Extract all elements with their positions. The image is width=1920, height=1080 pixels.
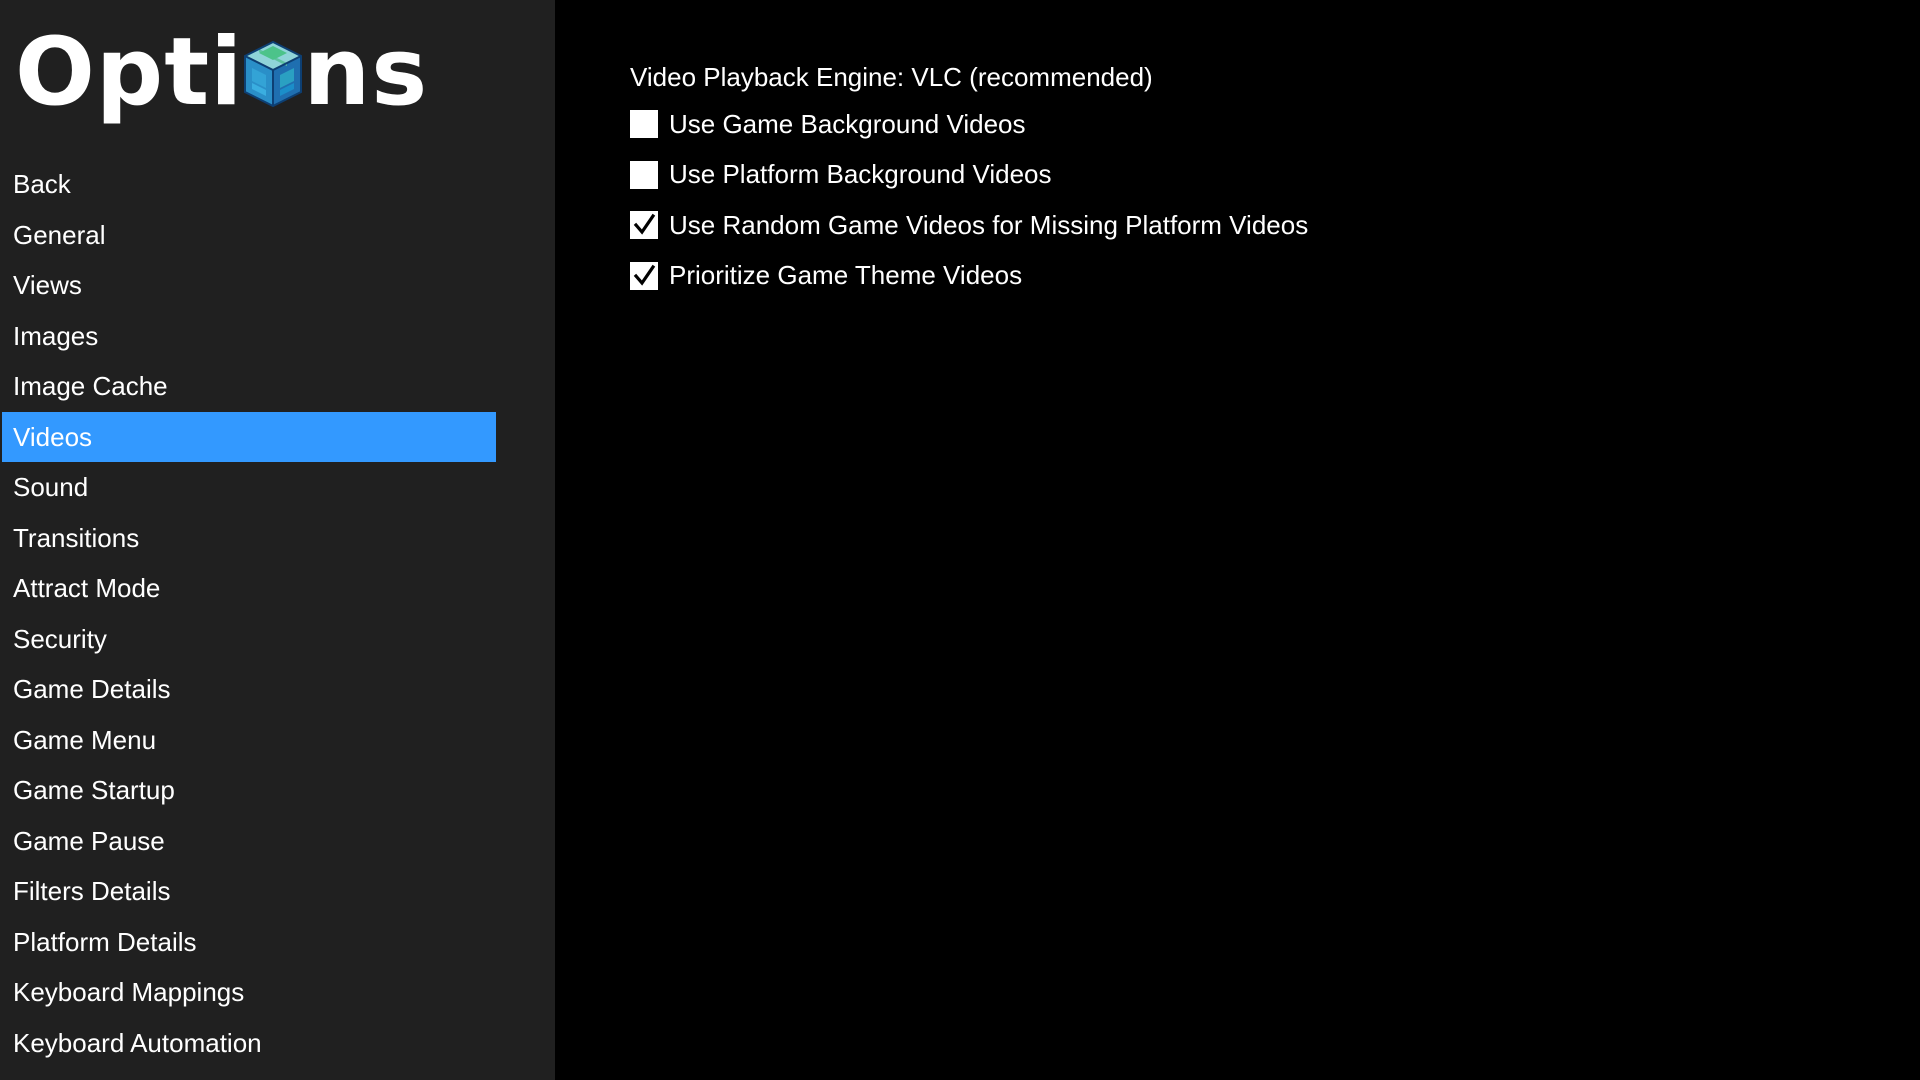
menu-item-security[interactable]: Security — [2, 614, 496, 665]
menu-item-game-menu[interactable]: Game Menu — [2, 715, 496, 766]
checkbox[interactable] — [630, 110, 658, 139]
option-use-platform-background-videos[interactable]: Use Platform Background Videos — [630, 150, 1830, 201]
menu-item-platform-details[interactable]: Platform Details — [2, 917, 496, 968]
menu-item-image-cache[interactable]: Image Cache — [2, 361, 496, 412]
checkmark-icon — [633, 264, 656, 286]
menu-item-transitions[interactable]: Transitions — [2, 513, 496, 564]
menu-item-game-pause[interactable]: Game Pause — [2, 816, 496, 867]
menu-item-keyboard-automation[interactable]: Keyboard Automation — [2, 1018, 496, 1069]
cube-logo-icon — [244, 40, 303, 108]
menu-item-filters-details[interactable]: Filters Details — [2, 866, 496, 917]
checkbox[interactable] — [630, 261, 658, 290]
menu-item-sound[interactable]: Sound — [2, 462, 496, 513]
checkbox[interactable] — [630, 211, 658, 240]
sidebar: Opti ns Back General Views Images Image … — [0, 0, 555, 1080]
menu-item-attract-mode[interactable]: Attract Mode — [2, 563, 496, 614]
option-label: Use Game Background Videos — [669, 108, 1026, 139]
option-label: Use Platform Background Videos — [669, 159, 1052, 190]
option-use-game-background-videos[interactable]: Use Game Background Videos — [630, 99, 1830, 150]
checkmark-icon — [633, 214, 656, 235]
option-use-random-game-videos[interactable]: Use Random Game Videos for Missing Platf… — [630, 200, 1830, 251]
option-label: Prioritize Game Theme Videos — [669, 260, 1023, 291]
menu-item-general[interactable]: General — [2, 210, 496, 261]
title-text-left: Opti — [15, 18, 244, 127]
menu-item-views[interactable]: Views — [2, 260, 496, 311]
menu-item-videos[interactable]: Videos — [2, 411, 496, 462]
page-title: Opti ns — [15, 8, 428, 138]
title-text-right: ns — [303, 18, 429, 127]
option-prioritize-game-theme-videos[interactable]: Prioritize Game Theme Videos — [630, 251, 1830, 302]
checkbox[interactable] — [630, 160, 658, 189]
video-playback-engine-setting[interactable]: Video Playback Engine: VLC (recommended) — [630, 55, 1830, 99]
menu-item-images[interactable]: Images — [2, 311, 496, 362]
menu-item-back[interactable]: Back — [2, 159, 496, 210]
videos-settings-panel: Video Playback Engine: VLC (recommended)… — [630, 55, 1830, 301]
menu-item-keyboard-mappings[interactable]: Keyboard Mappings — [2, 967, 496, 1018]
menu-item-game-details[interactable]: Game Details — [2, 664, 496, 715]
options-menu: Back General Views Images Image Cache Vi… — [2, 159, 496, 1068]
option-label: Use Random Game Videos for Missing Platf… — [669, 209, 1309, 240]
options-screen: Opti ns Back General Views Images Image … — [0, 0, 1920, 1080]
menu-item-game-startup[interactable]: Game Startup — [2, 765, 496, 816]
